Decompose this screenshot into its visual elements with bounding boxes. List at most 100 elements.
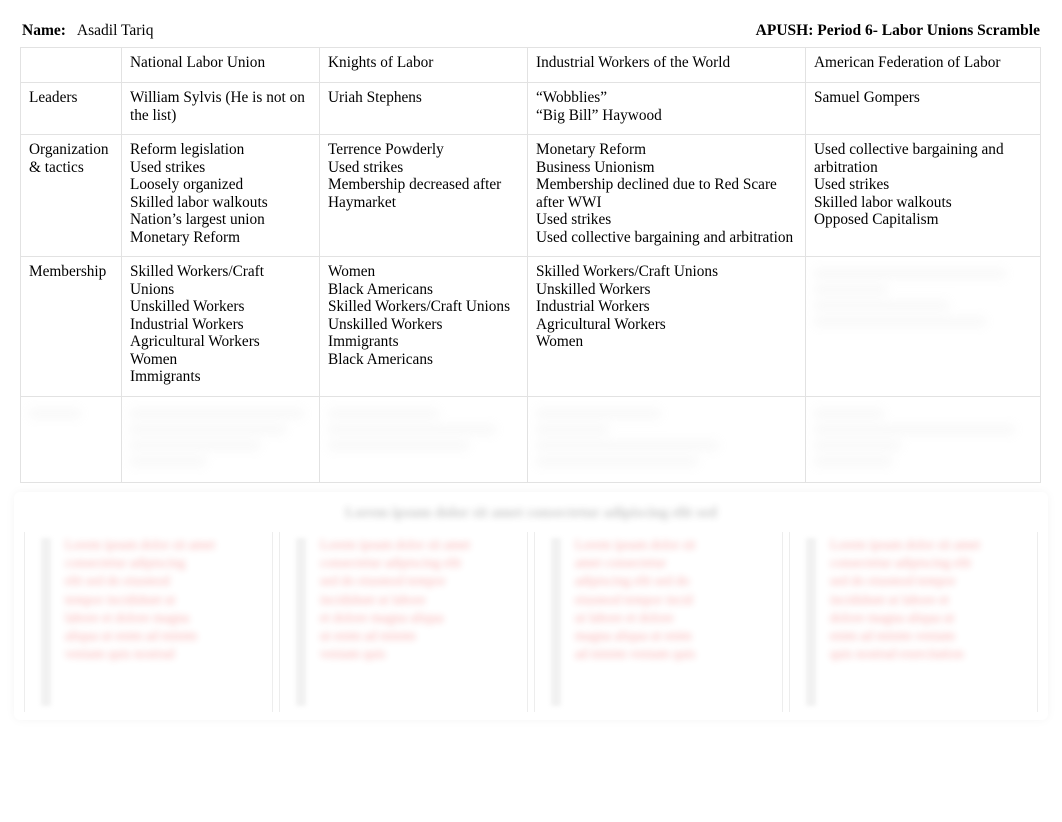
cell-line: Skilled Workers/Craft Unions: [536, 263, 719, 280]
cell-line: Industrial Workers: [130, 315, 244, 333]
cell-line-list: Women Black Americans Skilled Workers/Cr…: [328, 263, 519, 368]
cell-organization-afl: Used collective bargaining and arbitrati…: [805, 134, 1041, 257]
cell-line-list: William Sylvis (He is not on the list): [130, 89, 311, 124]
cell-line: Loosely organized: [130, 176, 244, 193]
cell-line: Women: [328, 263, 376, 280]
illegible-text: [536, 407, 797, 467]
cell-organization-kol: Terrence Powderly Used strikes Membershi…: [319, 134, 528, 257]
cell-illegible-iww: [527, 395, 806, 483]
column-header-industrial-workers-of-the-world: Industrial Workers of the World: [527, 47, 806, 83]
cell-leaders-iww: “Wobblies” “Big Bill” Haywood: [527, 82, 806, 135]
bottom-section-heading: Lorem ipsum dolor sit amet consectetur a…: [22, 500, 1040, 526]
cell-line: Used strikes: [536, 211, 612, 228]
cell-membership-nlu: Skilled Workers/Craft Unions Unskilled W…: [121, 256, 320, 397]
cell-line: Skilled labor walkouts: [814, 193, 952, 211]
name-value: Asadil Tariq: [76, 22, 154, 39]
cell-line: Immigrants: [328, 333, 399, 350]
cell-line: Membership decreased after Haymarket: [328, 176, 502, 211]
cell-line-list: Monetary Reform Business Unionism Member…: [536, 141, 797, 246]
cell-line: Nation’s largest union: [130, 211, 265, 228]
document-title: APUSH: Period 6- Labor Unions Scramble: [755, 22, 1040, 39]
cell-line: Black Americans: [328, 280, 433, 298]
table-corner-cell: [20, 47, 122, 83]
illegible-text: [29, 407, 113, 419]
cell-line: Monetary Reform: [536, 141, 647, 158]
cell-line: Used collective bargaining and arbitrati…: [814, 141, 1004, 176]
cell-line: Business Unionism: [536, 158, 655, 176]
table-row: Organization & tactics Reform legislatio…: [20, 134, 1041, 257]
cell-line: Used collective bargaining and arbitrati…: [536, 228, 794, 246]
cell-illegible-afl: [805, 395, 1041, 483]
table-row: Membership Skilled Workers/Craft Unions …: [20, 256, 1041, 397]
cell-line: Agricultural Workers: [130, 333, 260, 350]
cell-line: Skilled Workers/Craft Unions: [130, 263, 265, 298]
cell-line: Monetary Reform: [130, 228, 241, 246]
illegible-red-text: Lorem ipsum dolor sit amet consectetur a…: [320, 537, 470, 662]
row-header-organization-and-tactics: Organization & tactics: [20, 134, 122, 257]
cell-line: Opposed Capitalism: [814, 211, 939, 228]
illegible-text: Lorem ipsum dolor sit amet consectetur a…: [345, 504, 717, 521]
cell-line: Agricultural Workers: [536, 315, 666, 333]
table-row: [20, 395, 1041, 483]
cell-line: Skilled labor walkouts: [130, 193, 268, 211]
illegible-red-text: Lorem ipsum dolor sit amet consectetur a…: [830, 537, 980, 662]
column-header-american-federation-of-labor: American Federation of Labor: [805, 47, 1041, 83]
bottom-column: Lorem ipsum dolor sit amet consectetur a…: [24, 532, 273, 712]
cell-line: Black Americans: [328, 350, 433, 368]
row-header-membership: Membership: [20, 256, 122, 397]
cell-line: William Sylvis (He is not on the list): [130, 89, 305, 124]
column-gutter: [41, 538, 51, 706]
cell-line: Membership declined due to Red Scare aft…: [536, 176, 777, 211]
illegible-text: ​: [536, 350, 582, 368]
cell-illegible-nlu: [121, 395, 320, 483]
cell-line: Skilled Workers/Craft Unions: [328, 298, 511, 315]
cell-line: Unskilled Workers: [536, 280, 651, 298]
cell-line: Terrence Powderly: [328, 141, 444, 158]
cell-organization-nlu: Reform legislation Used strikes Loosely …: [121, 134, 320, 257]
column-header-knights-of-labor: Knights of Labor: [319, 47, 528, 83]
cell-line-list: Uriah Stephens: [328, 89, 519, 107]
table-row: Leaders William Sylvis (He is not on the…: [20, 82, 1041, 135]
row-header-line: & tactics: [29, 159, 84, 176]
cell-line-list: Skilled Workers/Craft Unions Unskilled W…: [130, 263, 311, 386]
cell-line-list: Skilled Workers/Craft Unions Unskilled W…: [536, 263, 797, 386]
cell-line-list: Reform legislation Used strikes Loosely …: [130, 141, 311, 246]
document-header: Name: Asadil Tariq APUSH: Period 6- Labo…: [22, 22, 1040, 44]
illegible-red-text: Lorem ipsum dolor sit amet consectetur a…: [65, 537, 215, 662]
illegible-text: [328, 407, 519, 451]
illegible-text: [814, 407, 1032, 467]
bottom-section-grid: Lorem ipsum dolor sit amet consectetur a…: [24, 532, 1038, 712]
column-gutter: [296, 538, 306, 706]
cell-line: Women: [536, 333, 584, 350]
cell-line: “Big Bill” Haywood: [536, 106, 662, 124]
row-header-illegible: [20, 395, 122, 483]
cell-membership-iww: Skilled Workers/Craft Unions Unskilled W…: [527, 256, 806, 397]
column-gutter: [806, 538, 816, 706]
cell-line-list: “Wobblies” “Big Bill” Haywood: [536, 89, 797, 124]
labor-unions-comparison-table: National Labor Union Knights of Labor In…: [20, 47, 1041, 483]
cell-line: Used strikes: [328, 158, 404, 176]
cell-line: Industrial Workers: [536, 298, 650, 315]
column-gutter: [551, 538, 561, 706]
cell-line: Unskilled Workers: [130, 298, 245, 315]
bottom-column: Lorem ipsum dolor sit amet consectetur a…: [534, 532, 783, 712]
cell-membership-kol: Women Black Americans Skilled Workers/Cr…: [319, 256, 528, 397]
illegible-text: [130, 407, 311, 467]
table-header-row: National Labor Union Knights of Labor In…: [20, 47, 1041, 83]
document-page: Name: Asadil Tariq APUSH: Period 6- Labo…: [0, 0, 1062, 822]
cell-line: Reform legislation: [130, 141, 245, 158]
illegible-text: [814, 268, 1032, 327]
cell-line: Immigrants: [130, 368, 201, 385]
row-header-line: Organization: [29, 141, 109, 158]
cell-line: “Wobblies”: [536, 89, 607, 106]
cell-line-list: Terrence Powderly Used strikes Membershi…: [328, 141, 519, 211]
cell-leaders-nlu: William Sylvis (He is not on the list): [121, 82, 320, 135]
bottom-column: Lorem ipsum dolor sit amet consectetur a…: [789, 532, 1038, 712]
cell-line: Samuel Gompers: [814, 89, 920, 106]
bottom-column: Lorem ipsum dolor sit amet consectetur a…: [279, 532, 528, 712]
cell-line: Used strikes: [130, 158, 206, 176]
column-header-national-labor-union: National Labor Union: [121, 47, 320, 83]
bottom-illegible-section: Lorem ipsum dolor sit amet consectetur a…: [14, 492, 1048, 720]
cell-line-list: Samuel Gompers: [814, 89, 1032, 107]
illegible-red-text: Lorem ipsum dolor sit amet consectetur a…: [575, 537, 696, 662]
